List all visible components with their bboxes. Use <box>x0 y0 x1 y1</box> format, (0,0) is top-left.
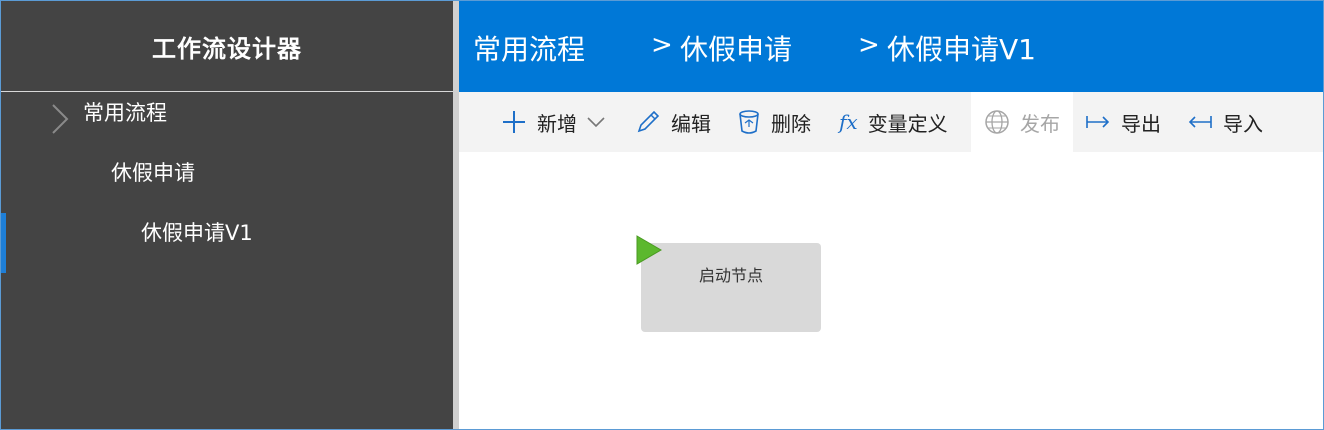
breadcrumb-separator: > <box>858 30 880 60</box>
workflow-node-start[interactable]: 启动节点 <box>636 235 821 332</box>
export-button[interactable]: 导出 <box>1085 92 1161 152</box>
recycle-bin-icon <box>737 109 761 135</box>
add-button[interactable]: 新增 <box>501 92 605 152</box>
delete-button-label: 删除 <box>771 111 811 136</box>
edit-button[interactable]: 编辑 <box>635 92 711 152</box>
import-button[interactable]: 导入 <box>1187 92 1263 152</box>
edit-button-label: 编辑 <box>671 111 711 136</box>
variable-definition-label: 变量定义 <box>867 111 948 136</box>
globe-icon <box>984 109 1010 135</box>
export-button-label: 导出 <box>1121 111 1161 136</box>
add-button-label: 新增 <box>537 111 577 136</box>
tree-item-leave-request[interactable]: 休假申请 <box>111 157 195 187</box>
fx-icon: fx <box>839 110 858 134</box>
variable-definition-button[interactable]: fx 变量定义 <box>839 92 948 152</box>
node-label: 启动节点 <box>698 266 763 285</box>
app-title: 工作流设计器 <box>1 1 453 92</box>
breadcrumb-item-leave-request-v1[interactable]: 休假申请V1 <box>887 28 1036 68</box>
delete-button[interactable]: 删除 <box>737 92 811 152</box>
publish-button-label: 发布 <box>1020 111 1060 136</box>
arrow-left-icon <box>1187 113 1213 131</box>
breadcrumb-item-common-workflows[interactable]: 常用流程 <box>473 28 585 68</box>
chevron-down-icon[interactable] <box>587 116 605 128</box>
breadcrumb: 常用流程 > 休假申请 > 休假申请V1 <box>459 1 1323 92</box>
plus-icon <box>501 109 527 135</box>
publish-button[interactable]: 发布 <box>971 92 1073 152</box>
arrow-right-icon <box>1085 113 1111 131</box>
selected-indicator <box>1 213 6 273</box>
tree-item-common-workflows[interactable]: 常用流程 <box>83 97 167 127</box>
sidebar: 工作流设计器 常用流程 休假申请 休假申请V1 <box>1 1 459 429</box>
chevron-right-icon[interactable] <box>49 101 71 137</box>
tree-item-leave-request-v1[interactable]: 休假申请V1 <box>141 217 253 247</box>
breadcrumb-separator: > <box>651 30 673 60</box>
pencil-icon <box>635 109 661 135</box>
app-window: 工作流设计器 常用流程 休假申请 休假申请V1 常用流程 > 休假申请 > 休假… <box>0 0 1324 430</box>
breadcrumb-item-leave-request[interactable]: 休假申请 <box>680 28 792 68</box>
workflow-canvas[interactable]: 启动节点 <box>459 152 1323 429</box>
import-button-label: 导入 <box>1223 111 1263 136</box>
toolbar: 新增 编辑 删除 fx 变量定义 发布 导出 导入 <box>459 92 1323 152</box>
